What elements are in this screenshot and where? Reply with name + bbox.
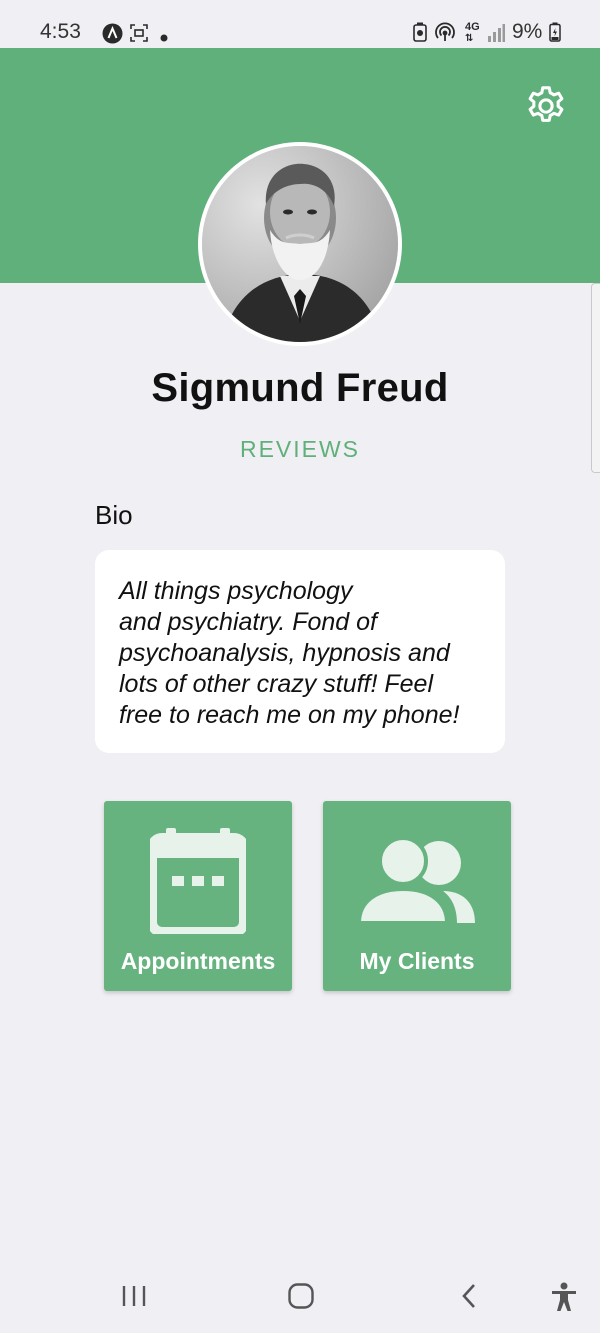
accessibility-icon[interactable] [550,1282,578,1317]
battery-percent: 9% [512,20,543,43]
profile-name: Sigmund Freud [151,366,449,410]
screenshot-icon [130,24,148,47]
settings-button[interactable] [520,82,572,134]
system-nav-bar [0,1260,600,1333]
app-a-icon [102,23,123,49]
signal-icon [487,24,505,47]
gear-icon [523,83,569,134]
reviews-link[interactable]: REVIEWS [0,436,600,463]
profile-screen: 4:53 4G ⇅ 9% Sigmund Freud REVIEWS Bio A… [0,0,600,1333]
home-icon[interactable] [287,1282,315,1315]
bio-card: All things psychology and psychiatry. Fo… [95,550,505,753]
my-clients-button[interactable]: My Clients [323,801,511,991]
battery-saver-icon [413,22,427,47]
appointments-button[interactable]: Appointments [104,801,292,991]
back-icon[interactable] [458,1282,482,1315]
4g-icon: 4G ⇅ [465,21,480,45]
avatar[interactable] [202,146,398,342]
hotspot-icon [434,22,456,47]
appointments-label: Appointments [120,948,276,974]
network-type-label: 4G [465,21,480,33]
calendar-icon [147,826,249,939]
battery-icon [549,22,561,47]
users-icon [356,835,477,930]
status-bar: 4:53 4G ⇅ 9% [0,0,600,48]
status-time: 4:53 [40,20,81,43]
dot-icon [160,29,168,47]
side-scroll-handle[interactable] [591,283,600,473]
avatar-frame [198,142,402,346]
my-clients-label: My Clients [359,948,475,974]
bio-heading: Bio [95,500,133,530]
recent-apps-icon[interactable] [120,1282,148,1315]
bio-text: All things psychology and psychiatry. Fo… [119,577,460,729]
